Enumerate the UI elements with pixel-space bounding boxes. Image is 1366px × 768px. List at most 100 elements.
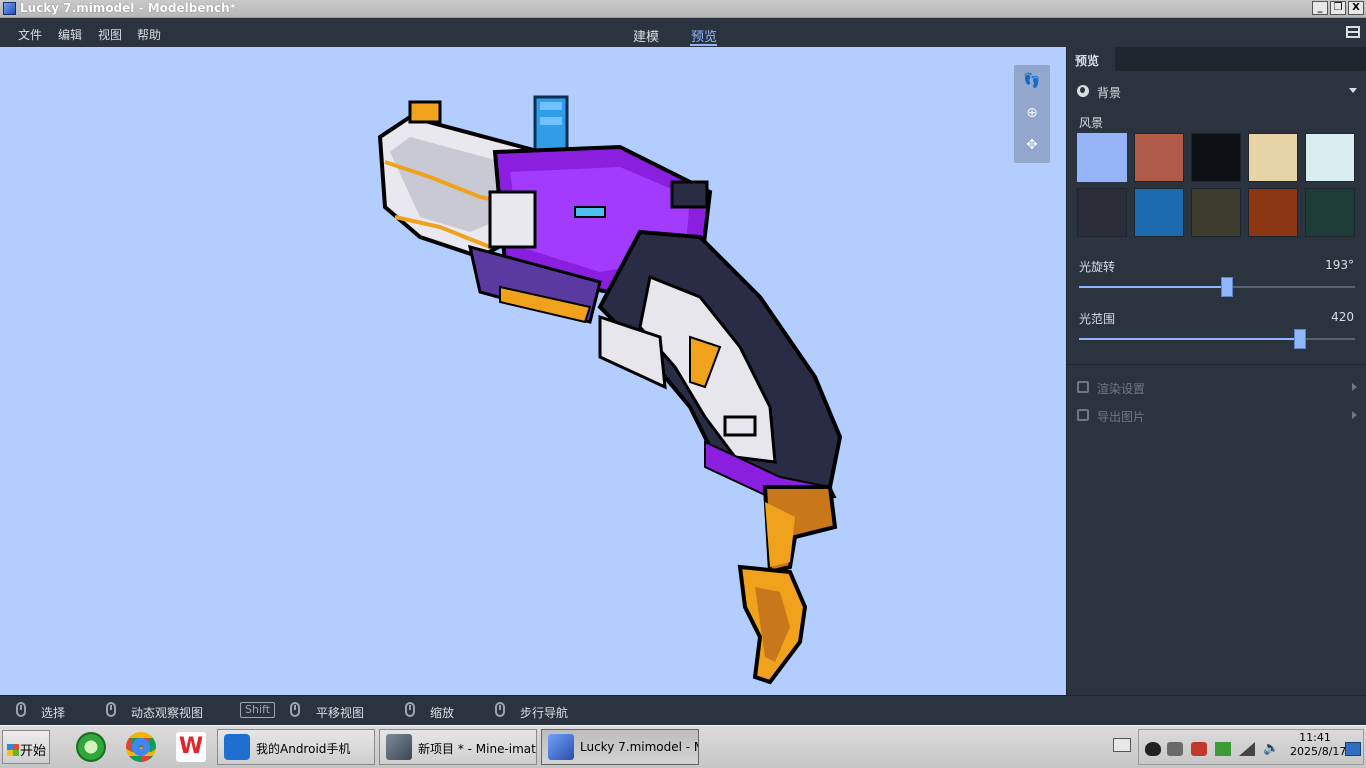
window-controls: _ ❐ X [1312,1,1364,15]
chevron-right-icon [1352,411,1357,419]
render-settings-label: 渲染设置 [1097,382,1146,396]
status-bar: 选择 动态观察视图 Shift 平移视图 缩放 步行导航 [0,695,1366,725]
hint-orbit: 动态观察视图 [131,706,204,720]
light-rotation-value: 193° [1325,258,1354,272]
pan-icon[interactable]: ✥ [1022,135,1042,155]
light-range-slider[interactable] [1079,329,1355,349]
restore-button[interactable]: ❐ [1330,1,1346,15]
zoom-icon[interactable]: ⊕ [1022,103,1042,123]
properties-panel: 预览 背景 风景 光旋转 193° 光范围 420 渲染设置 导出图片 [1066,47,1366,695]
keyboard-icon[interactable] [1113,738,1131,752]
hint-zoom: 缩放 [430,706,455,720]
viewport-tools: 👣 ⊕ ✥ [1014,65,1050,163]
voxel-gun-model [377,95,843,685]
task-mine-imator-label: 新项目 * - Mine-imator [418,742,537,756]
start-label: 开始 [20,744,47,759]
swatch-forest[interactable] [1305,188,1355,237]
menu-bar: 文件 编辑 视图 帮助 建模 预览 [0,19,1366,47]
chrome-icon[interactable] [126,732,156,762]
close-button[interactable]: X [1348,1,1364,15]
globe-icon [1077,85,1089,97]
swatch-mint-white[interactable] [1305,133,1355,182]
menu-view[interactable]: 视图 [98,26,122,43]
start-button[interactable]: 开始 [2,730,50,764]
mine-imator-icon [386,734,412,760]
swatch-olive-dusk[interactable] [1191,188,1241,237]
swatch-sand[interactable] [1248,133,1298,182]
background-section-title: 背景 [1097,86,1122,100]
light-range-value: 420 [1331,310,1354,324]
scenery-label: 风景 [1079,116,1104,130]
panel-tab-bar: 预览 [1067,47,1366,71]
minimize-button[interactable]: _ [1312,1,1328,15]
light-range-fill [1079,338,1300,340]
mouse-middle-icon [290,702,300,717]
mouse-left-icon [16,702,26,717]
model-chamber [488,190,537,249]
hint-walk: 步行导航 [520,706,569,720]
task-modelbench-label: Lucky 7.mimodel - Mo... [580,740,698,754]
light-range-thumb[interactable] [1294,329,1306,349]
title-bar: Lucky 7.mimodel - Modelbench* _ ❐ X [0,0,1366,18]
background-section-header[interactable]: 背景 [1077,84,1357,102]
hint-select: 选择 [41,706,66,720]
light-rotation-label: 光旋转 [1079,260,1116,274]
panel-divider [1067,364,1366,365]
modelbench-icon [548,734,574,760]
export-icon [1077,409,1089,421]
mouse-wheel-icon [405,702,415,717]
swatch-night[interactable] [1191,133,1241,182]
light-range-label: 光范围 [1079,312,1116,326]
export-image-row[interactable]: 导出图片 [1077,408,1357,426]
menu-file[interactable]: 文件 [18,26,42,43]
mouse-middle-icon [106,702,116,717]
hint-pan: 平移视图 [316,706,365,720]
app-icon [3,2,16,15]
model-front-sight [408,100,442,124]
task-modelbench[interactable]: Lucky 7.mimodel - Mo... [541,729,699,765]
tab-preview[interactable]: 预览 [691,26,717,45]
network-icon[interactable] [1239,742,1255,756]
taskbar: 开始 W 我的Android手机 新项目 * - Mine-imator Luc… [0,725,1366,768]
qq-icon[interactable] [1145,742,1161,756]
swatch-sunset[interactable] [1134,133,1184,182]
swatch-sky-blue[interactable] [1077,133,1127,182]
export-image-label: 导出图片 [1097,410,1146,424]
mouse-right-icon [495,702,505,717]
volume-icon[interactable]: 🔈 [1263,742,1279,756]
desktop-icon[interactable] [1345,742,1361,756]
window-title: Lucky 7.mimodel - Modelbench* [20,1,236,15]
camera-icon [1077,381,1089,393]
menu-edit[interactable]: 编辑 [58,26,82,43]
security-icon[interactable] [1191,742,1207,756]
3d-viewport[interactable]: 👣 ⊕ ✥ [0,47,1066,695]
shift-key-badge: Shift [240,702,276,718]
light-rotation-fill [1079,286,1227,288]
windows-logo-icon [7,744,19,756]
task-android-phone[interactable]: 我的Android手机 [217,729,375,765]
chevron-down-icon [1349,88,1357,93]
swatch-ocean[interactable] [1134,188,1184,237]
light-rotation-thumb[interactable] [1221,277,1233,297]
scenery-swatches [1077,133,1357,237]
walk-icon[interactable]: 👣 [1022,71,1042,91]
chevron-right-icon [1352,383,1357,391]
task-android-label: 我的Android手机 [256,742,351,756]
swatch-dark-slate[interactable] [1077,188,1127,237]
memory-icon[interactable] [1215,742,1231,756]
toggle-panel-icon[interactable] [1346,26,1360,38]
clock-date: 2025/8/17 [1290,745,1347,758]
usb-icon[interactable] [1167,742,1183,756]
tab-model[interactable]: 建模 [633,26,659,45]
swatch-ember[interactable] [1248,188,1298,237]
active-tab-indicator [690,44,717,46]
tab-panel-preview[interactable]: 预览 [1067,47,1115,71]
clock-time: 11:41 [1299,731,1331,744]
render-settings-row[interactable]: 渲染设置 [1077,380,1357,398]
light-rotation-slider[interactable] [1079,277,1355,297]
ie-browser-icon[interactable] [76,732,106,762]
task-mine-imator[interactable]: 新项目 * - Mine-imator [379,729,537,765]
wps-icon[interactable]: W [176,732,206,762]
system-clock[interactable]: 11:41 2025/8/17 [1290,731,1347,759]
menu-help[interactable]: 帮助 [137,26,161,43]
